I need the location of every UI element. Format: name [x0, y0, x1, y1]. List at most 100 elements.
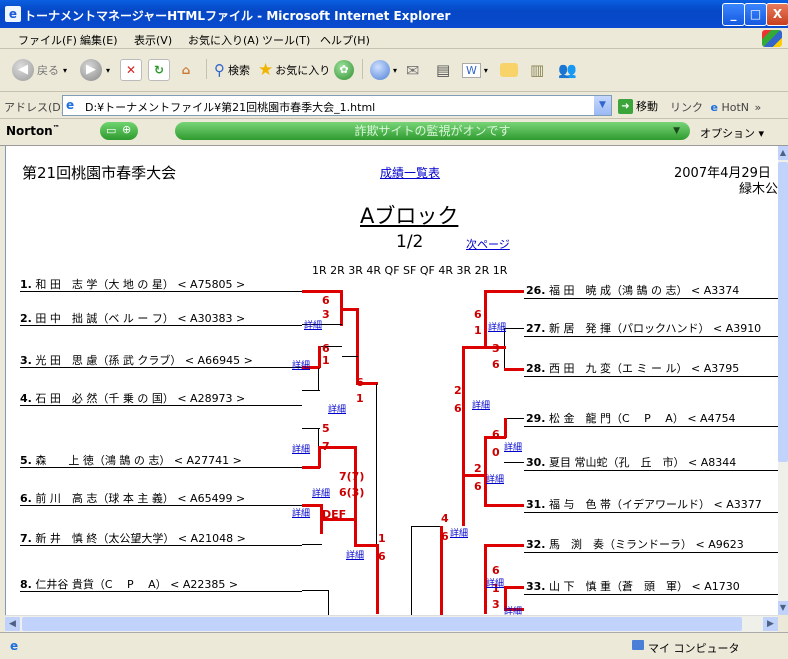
- player-number: 30.: [526, 456, 546, 469]
- player-id: < A3374: [690, 284, 740, 297]
- folder-button[interactable]: [500, 58, 518, 82]
- scroll-right-icon[interactable]: ▶: [763, 617, 778, 631]
- my-computer-icon: [632, 640, 644, 650]
- bracket-line: [20, 405, 302, 406]
- detail-link[interactable]: 詳細: [472, 398, 490, 411]
- left-player-row: 6. 前 川 高 志（球 本 主 義） < A65499 >: [20, 490, 245, 506]
- messenger-icon: 👥: [558, 61, 577, 79]
- maximize-button[interactable]: □: [744, 3, 767, 26]
- history-button[interactable]: ▾: [370, 58, 397, 82]
- player-name: 前 川 高 志（球 本 主 義）: [35, 492, 174, 505]
- research-button[interactable]: ▥: [530, 58, 544, 82]
- scroll-up-icon[interactable]: ▲: [778, 146, 788, 160]
- bracket-line: [524, 298, 779, 299]
- home-button[interactable]: ⌂: [176, 58, 196, 82]
- detail-link[interactable]: 詳細: [504, 604, 522, 615]
- player-number: 32.: [526, 538, 546, 551]
- refresh-icon: ↻: [148, 59, 170, 81]
- address-dropdown-icon[interactable]: ▼: [594, 96, 611, 115]
- norton-logo: Norton™: [6, 124, 60, 138]
- ie-link-icon: e: [710, 101, 718, 114]
- menu-file[interactable]: ファイル(F): [18, 32, 77, 48]
- score: 7: [322, 440, 330, 453]
- refresh-button[interactable]: ↻: [148, 58, 170, 82]
- detail-link[interactable]: 詳細: [304, 318, 322, 331]
- results-link[interactable]: 成績一覧表: [380, 164, 440, 181]
- detail-link[interactable]: 詳細: [328, 402, 346, 415]
- messenger-button[interactable]: 👥: [558, 58, 577, 82]
- right-player-row: 31. 福 与 色 帯（イデアワールド） < A3377: [526, 496, 762, 512]
- player-number: 4.: [20, 392, 32, 405]
- forward-button[interactable]: ▶ ▾: [80, 58, 110, 82]
- bracket-line: [524, 594, 779, 595]
- score: 3: [322, 308, 330, 321]
- detail-link[interactable]: 詳細: [486, 472, 504, 485]
- hotmail-link[interactable]: HotN: [721, 101, 749, 114]
- favorites-button[interactable]: ★ お気に入り: [258, 58, 330, 82]
- menu-favorites[interactable]: お気に入り(A): [188, 32, 259, 48]
- player-number: 8.: [20, 578, 32, 591]
- minimize-button[interactable]: _: [722, 3, 745, 26]
- menu-view[interactable]: 表示(V): [134, 32, 172, 48]
- bracket-line: [20, 467, 302, 468]
- player-name: 光 田 思 慮（孫 武 クラブ）: [35, 354, 182, 367]
- right-player-row: 32. 馬 渕 奏（ミランドーラ） < A9623: [526, 536, 744, 552]
- address-bar: アドレス(D) e D:¥トーナメントファイル¥第21回桃園市春季大会_1.ht…: [0, 92, 788, 119]
- detail-link[interactable]: 詳細: [486, 576, 504, 589]
- norton-dropdown-icon[interactable]: ▼: [673, 122, 680, 140]
- ie-app-icon: e: [5, 6, 21, 22]
- ie-status-icon: e: [10, 639, 19, 653]
- vertical-scroll-thumb[interactable]: [778, 162, 788, 462]
- address-input[interactable]: e D:¥トーナメントファイル¥第21回桃園市春季大会_1.html ▼: [62, 95, 612, 116]
- title-bar: e トーナメントマネージャーHTMLファイル - Microsoft Inter…: [0, 0, 788, 28]
- player-id: < A22385 >: [170, 578, 239, 591]
- block-title: Aブロック: [360, 204, 459, 228]
- address-value: D:¥トーナメントファイル¥第21回桃園市春季大会_1.html: [85, 101, 376, 114]
- player-number: 28.: [526, 362, 546, 375]
- ie-page-icon: e: [66, 98, 75, 112]
- detail-link[interactable]: 詳細: [292, 358, 310, 371]
- rounds-label: 1R 2R 3R 4R QF SF QF 4R 3R 2R 1R: [312, 264, 508, 277]
- menu-edit[interactable]: 編集(E): [80, 32, 118, 48]
- left-player-row: 4. 石 田 必 然（千 乗 の 国） < A28973 >: [20, 390, 245, 406]
- horizontal-scrollbar[interactable]: ◀ ▶: [5, 615, 778, 632]
- links-toolbar[interactable]: リンク e HotN »: [670, 99, 761, 115]
- detail-link[interactable]: 詳細: [504, 440, 522, 453]
- norton-toolbar: Norton™ ▭ ⊕ 詐欺サイトの監視がオンです ▼ オプション ▾: [0, 119, 788, 146]
- player-name: 山 下 慎 重（蒼 頭 軍）: [549, 580, 688, 593]
- print-button[interactable]: ▤: [436, 58, 450, 82]
- right-player-row: 33. 山 下 慎 重（蒼 頭 軍） < A1730: [526, 578, 740, 594]
- media-button[interactable]: ✿: [334, 58, 354, 82]
- score: 2: [474, 462, 482, 475]
- right-player-row: 27. 新 居 発 揮（パロックハンド） < A3910: [526, 320, 761, 336]
- menu-tools[interactable]: ツール(T): [262, 32, 310, 48]
- left-player-row: 1. 和 田 志 学（大 地 の 星） < A75805 >: [20, 276, 245, 292]
- scroll-down-icon[interactable]: ▼: [778, 601, 788, 615]
- norton-options[interactable]: オプション ▾: [700, 125, 764, 141]
- player-id: < A75805 >: [177, 278, 246, 291]
- links-more-icon[interactable]: »: [755, 101, 762, 114]
- back-button[interactable]: ◀ 戻る ▾: [12, 58, 67, 82]
- detail-link[interactable]: 詳細: [450, 526, 468, 539]
- stop-button[interactable]: ✕: [120, 58, 142, 82]
- next-page-link[interactable]: 次ページ: [466, 236, 510, 252]
- player-id: < A28973 >: [177, 392, 246, 405]
- detail-link[interactable]: 詳細: [312, 486, 330, 499]
- detail-link[interactable]: 詳細: [292, 506, 310, 519]
- mail-button[interactable]: ✉: [406, 58, 419, 82]
- search-button[interactable]: ⚲ 検索: [214, 58, 250, 82]
- norton-screen-button[interactable]: ▭ ⊕: [100, 122, 138, 140]
- go-button[interactable]: ➜ 移動: [618, 98, 658, 114]
- norton-status-bar[interactable]: 詐欺サイトの監視がオンです ▼: [175, 122, 690, 140]
- score: DEF: [322, 508, 347, 521]
- detail-link[interactable]: 詳細: [346, 548, 364, 561]
- scroll-left-icon[interactable]: ◀: [5, 617, 20, 631]
- detail-link[interactable]: 詳細: [292, 442, 310, 455]
- menu-help[interactable]: ヘルプ(H): [320, 32, 370, 48]
- vertical-scrollbar[interactable]: ▲ ▼: [778, 146, 788, 615]
- detail-link[interactable]: 詳細: [488, 320, 506, 333]
- score: 3: [492, 598, 500, 611]
- horizontal-scroll-thumb[interactable]: [22, 617, 742, 631]
- edit-button[interactable]: W ▾: [462, 58, 488, 82]
- close-button[interactable]: X: [766, 3, 788, 26]
